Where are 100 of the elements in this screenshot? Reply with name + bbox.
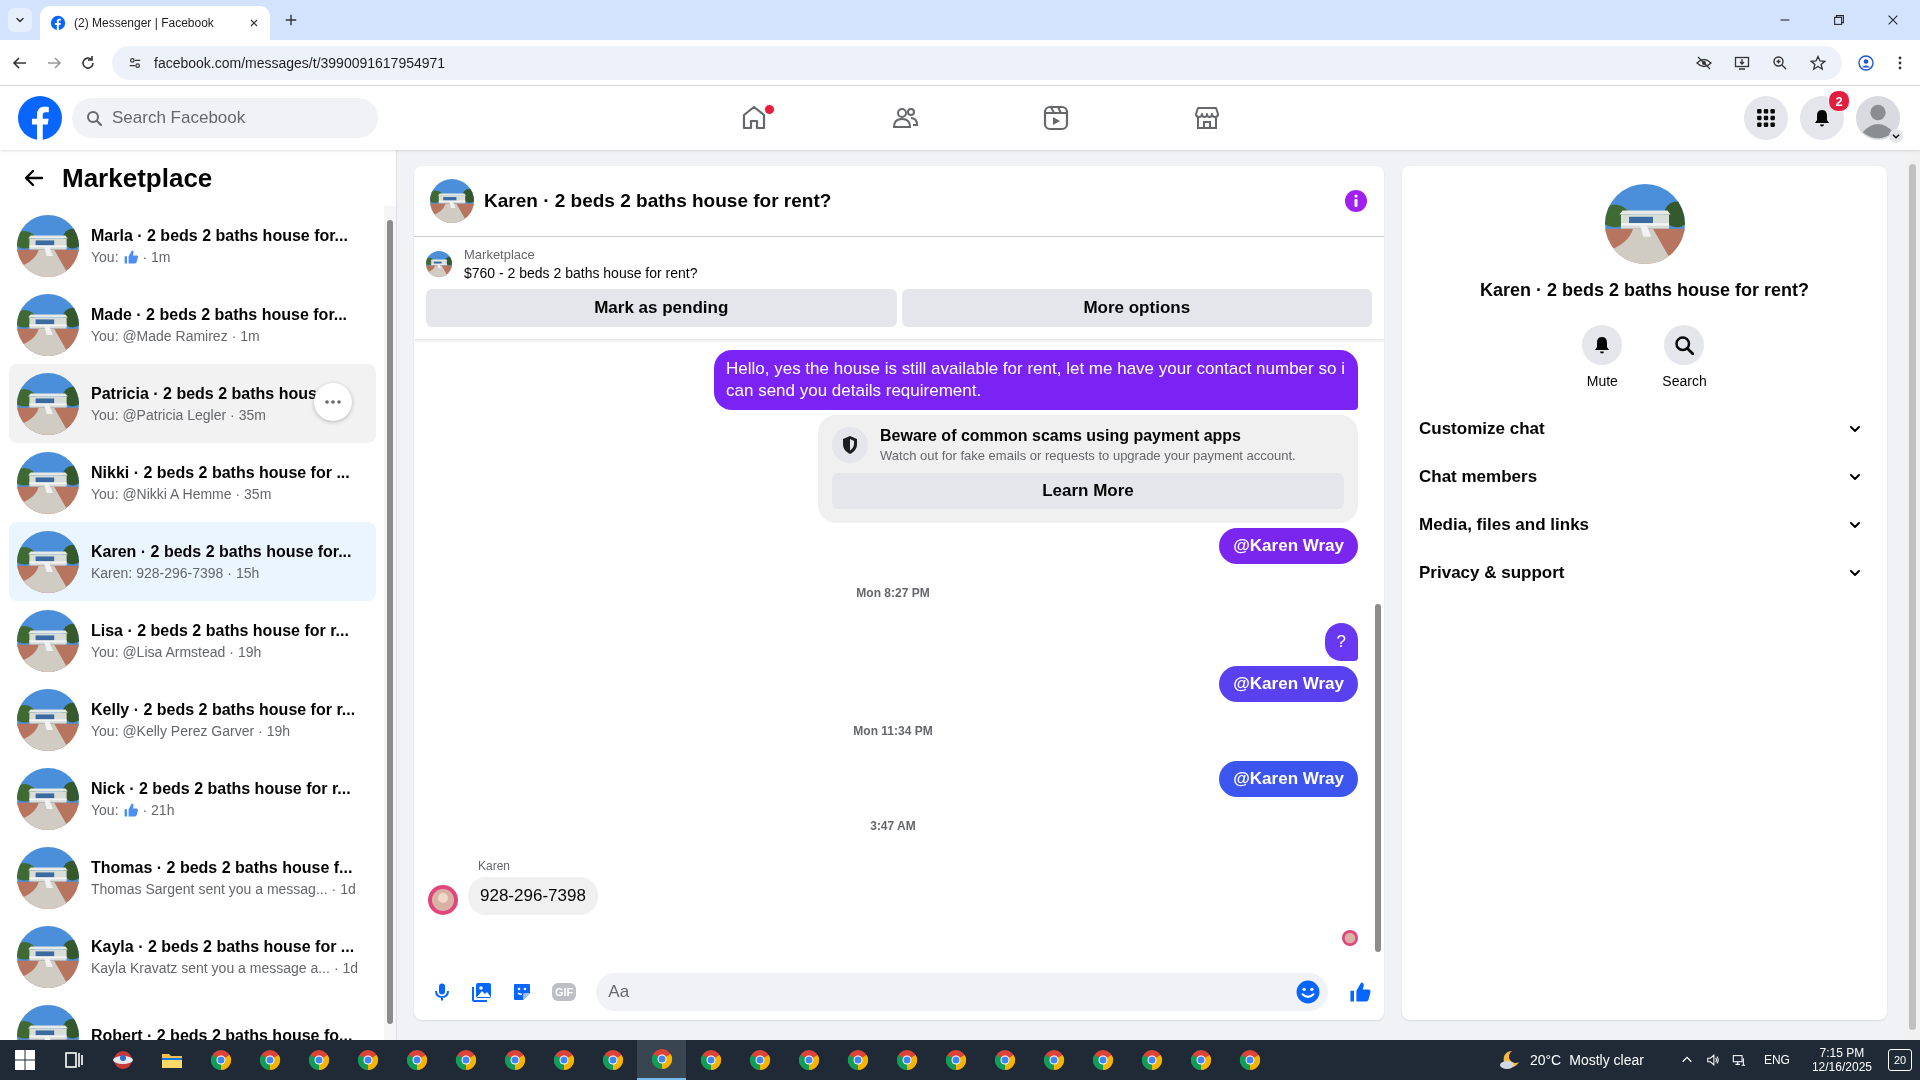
star-icon[interactable]	[1810, 54, 1826, 71]
conversation-item[interactable]: Lisa · 2 beds 2 baths house for r... You: @Lisa Armstead · 19h	[9, 601, 376, 680]
accordion-row[interactable]: Customize chat	[1410, 405, 1879, 453]
warning-title: Beware of common scams using payment apps	[880, 427, 1242, 445]
conversation-item[interactable]: Thomas · 2 beds 2 baths house f... Thomas Sargent sent you a messag... · 1d	[9, 838, 376, 917]
address-bar[interactable]: facebook.com/messages/t/3990091617954971	[112, 45, 1842, 80]
message-bubble: @Karen Wray	[1219, 666, 1358, 702]
conversation-preview: You: @Lisa Armstead	[91, 643, 226, 660]
scrollbar[interactable]	[1905, 150, 1920, 1040]
conversation-item[interactable]: Made · 2 beds 2 baths house for... You: @Made Ramirez · 1m	[9, 285, 376, 364]
action-label: Mute	[1586, 373, 1618, 389]
conversation-item[interactable]: Marla · 2 beds 2 baths house for... You: · 1m	[9, 206, 376, 285]
message-bubble: @Karen Wray	[1219, 761, 1358, 797]
conversation-time: · 1m	[142, 248, 171, 265]
conversation-title: Made · 2 beds 2 baths house for...	[91, 305, 348, 324]
warning-text: Watch out for fake emails or requests to upgrade your payment account.	[880, 448, 1296, 463]
conversation-title: Patricia · 2 beds 2 baths hous	[91, 384, 317, 403]
app-icon	[110, 1048, 135, 1072]
forward-icon[interactable]	[46, 54, 62, 71]
new-tab-icon[interactable]	[284, 13, 298, 27]
tab-title: (2) Messenger | Facebook	[74, 16, 215, 30]
conversation-item[interactable]: Patricia · 2 beds 2 baths hous You: @Patricia Legler · 35m	[9, 364, 376, 443]
facebook-logo-icon[interactable]	[18, 96, 62, 140]
search-icon	[86, 110, 102, 126]
search-field[interactable]: Search Facebook	[72, 98, 378, 138]
back-icon[interactable]	[12, 54, 28, 71]
notification-center-button[interactable]: 20	[1888, 1049, 1912, 1071]
message-bubble: Hello, yes the house is still available for rent, let me have your contact number so i can send you details requirement.	[714, 350, 1358, 410]
chrome-icon	[796, 1048, 821, 1072]
conversation-title: Nikki · 2 beds 2 baths house for ...	[91, 463, 350, 482]
message-bubble: @Karen Wray	[1219, 528, 1358, 564]
mute-button[interactable]	[1582, 325, 1623, 365]
restore-icon[interactable]	[1832, 13, 1846, 27]
sticker-icon[interactable]	[512, 982, 532, 1002]
menu-button[interactable]	[1744, 96, 1788, 140]
info-icon[interactable]	[1344, 189, 1368, 213]
zoom-icon[interactable]	[1772, 54, 1788, 71]
microphone-icon[interactable]	[432, 982, 452, 1002]
close-icon[interactable]	[248, 17, 260, 29]
message-field[interactable]: Aa	[596, 973, 1328, 1011]
install-icon[interactable]	[1734, 54, 1750, 71]
alert-dot	[764, 104, 775, 115]
conversation-item[interactable]: Kelly · 2 beds 2 baths house for r... You: @Kelly Perez Garver · 19h	[9, 680, 376, 759]
close-icon[interactable]	[1886, 13, 1900, 27]
profile-button[interactable]	[1856, 96, 1900, 140]
chrome-icon	[1237, 1048, 1262, 1072]
conversation-title: Nick · 2 beds 2 baths house for r...	[91, 779, 351, 798]
chrome-icon	[453, 1048, 478, 1072]
scrollbar[interactable]	[384, 206, 396, 1040]
action-button[interactable]: Mark as pending	[426, 289, 897, 327]
listing-label: Marketplace	[464, 247, 536, 262]
conversation-item[interactable]: Nick · 2 beds 2 baths house for r... You: · 21h	[9, 759, 376, 838]
accordion-row[interactable]: Privacy & support	[1410, 549, 1879, 597]
thumbs-up-icon[interactable]	[1348, 980, 1372, 1004]
search-button[interactable]	[1664, 325, 1705, 365]
notifications-button[interactable]	[1800, 96, 1844, 140]
language-indicator[interactable]: ENG	[1763, 1053, 1790, 1067]
conversation-preview: Thomas Sargent sent you a messag...	[91, 880, 328, 897]
notification-count: 2	[1828, 90, 1850, 112]
accordion-row[interactable]: Chat members	[1410, 453, 1879, 501]
clock[interactable]: 7:15 PM 12/16/2025	[1811, 1046, 1872, 1074]
chrome-icon	[649, 1047, 674, 1071]
chrome-icon	[747, 1048, 772, 1072]
back-arrow-icon[interactable]	[24, 168, 44, 188]
site-settings-icon[interactable]	[128, 55, 142, 70]
learn-more-button[interactable]: Learn More	[832, 473, 1344, 509]
conversation-preview: You: @Nikki A Hemme	[91, 485, 232, 502]
browser-tab[interactable]: (2) Messenger | Facebook	[40, 6, 270, 40]
conversation-preview: You:	[91, 801, 119, 818]
action-button[interactable]: More options	[901, 289, 1372, 327]
image-icon[interactable]	[472, 982, 492, 1002]
accordion-row[interactable]: Media, files and links	[1410, 501, 1879, 549]
conversation-title: Kelly · 2 beds 2 baths house for r...	[91, 700, 356, 719]
chrome-icon	[992, 1048, 1017, 1072]
emoji-icon[interactable]	[1296, 980, 1320, 1004]
conversation-item[interactable]: Kayla · 2 beds 2 baths house for ... Kayla Kravatz sent you a message a... · 1d	[9, 917, 376, 996]
reload-icon[interactable]	[80, 54, 96, 71]
conversation-item[interactable]: Nikki · 2 beds 2 baths house for ... You: @Nikki A Hemme · 35m	[9, 443, 376, 522]
conversation-time: · 35m	[235, 485, 272, 502]
weather-widget[interactable]: 20°C Mostly clear	[1497, 1048, 1644, 1072]
chrome-icon	[208, 1048, 233, 1072]
more-button[interactable]	[314, 383, 352, 421]
chrome-icon	[1188, 1048, 1213, 1072]
speaker-icon[interactable]	[1705, 1053, 1720, 1067]
message-bubble: 928-296-7398	[468, 877, 598, 915]
conversation-time: · 19h	[229, 643, 262, 660]
message-bubble: ?	[1324, 623, 1358, 661]
conversation-preview: Kayla Kravatz sent you a message a...	[91, 959, 330, 976]
timestamp: Mon 8:27 PM	[856, 586, 930, 600]
conversation-title: Karen · 2 beds 2 baths house for...	[91, 542, 352, 561]
profile-icon[interactable]	[1858, 54, 1874, 71]
url-text: facebook.com/messages/t/3990091617954971	[154, 54, 446, 71]
conversation-title: Thomas · 2 beds 2 baths house f...	[91, 858, 354, 877]
chrome-icon	[355, 1048, 380, 1072]
bell-icon	[1812, 108, 1832, 128]
eye-slash-icon[interactable]	[1696, 54, 1712, 71]
conversation-item[interactable]: Karen · 2 beds 2 baths house for... Karen: 928-296-7398 · 15h	[9, 522, 376, 601]
scrollbar[interactable]	[1372, 339, 1384, 964]
network-icon[interactable]	[1731, 1053, 1746, 1067]
tab-list-button[interactable]	[8, 8, 32, 32]
